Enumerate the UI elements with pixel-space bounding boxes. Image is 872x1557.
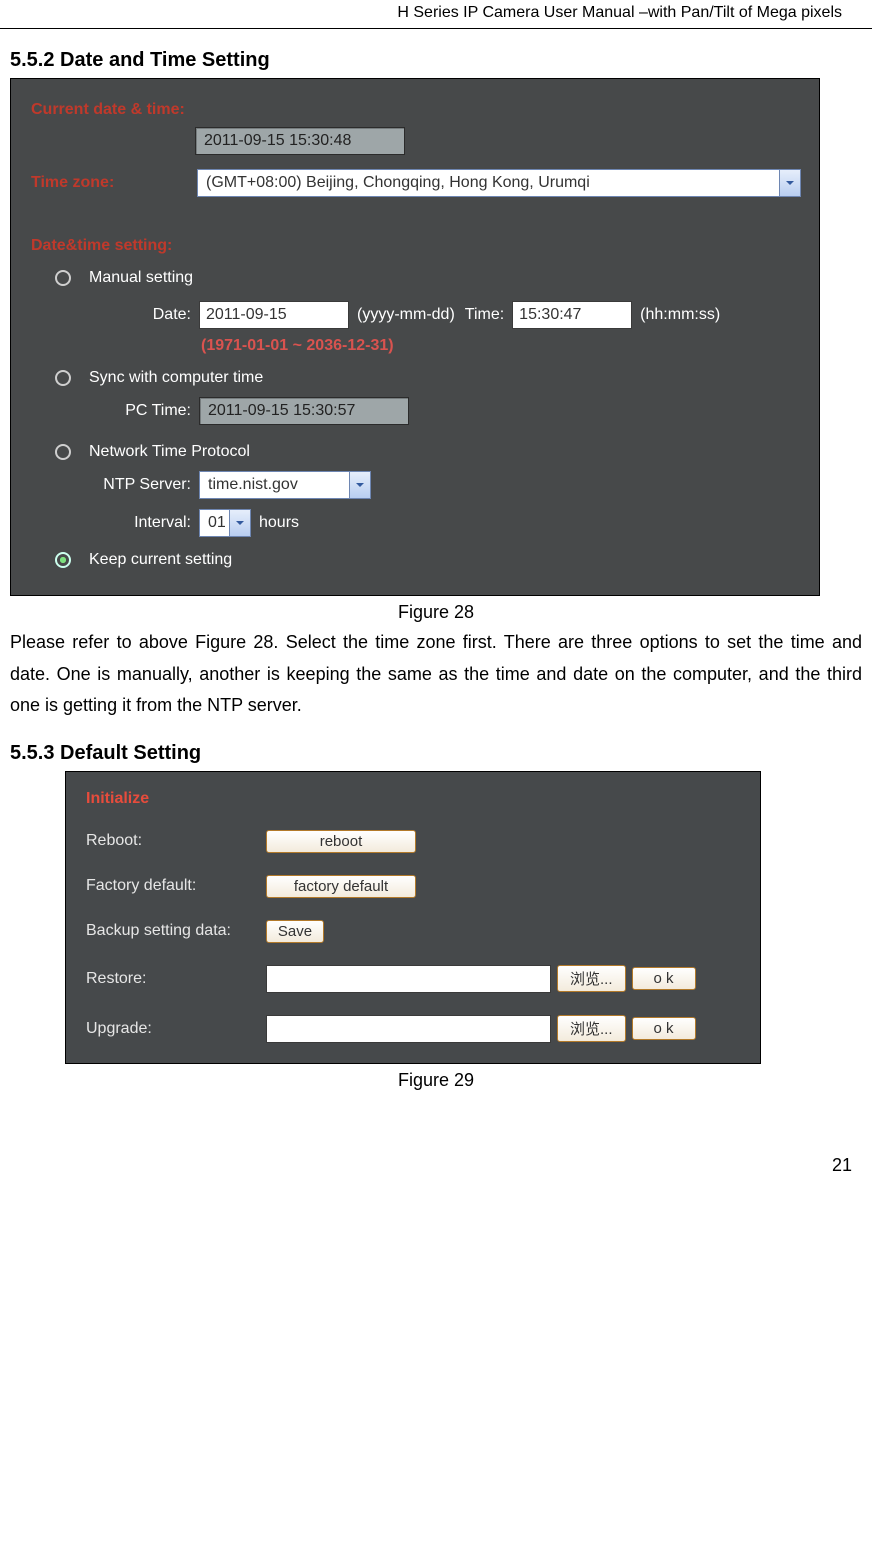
page-number: 21 [0, 1095, 872, 1188]
ntp-server-value: time.nist.gov [199, 471, 349, 499]
paragraph-after-fig28: Please refer to above Figure 28. Select … [10, 627, 862, 722]
date-input[interactable] [199, 301, 349, 329]
section-552-title: 5.5.2 Date and Time Setting [10, 49, 862, 72]
backup-label: Backup setting data: [86, 922, 256, 940]
reboot-button[interactable]: reboot [266, 830, 416, 853]
factory-default-label: Factory default: [86, 877, 256, 895]
upgrade-ok-button[interactable]: o k [632, 1017, 696, 1040]
upgrade-browse-button[interactable]: 浏览... [557, 1015, 626, 1042]
interval-select[interactable]: 01 [199, 509, 251, 537]
ntp-server-select[interactable]: time.nist.gov [199, 471, 371, 499]
manual-header: H Series IP Camera User Manual –with Pan… [0, 0, 872, 29]
upgrade-label: Upgrade: [86, 1020, 256, 1038]
upgrade-path-input[interactable] [266, 1015, 551, 1043]
ntp-label: Network Time Protocol [89, 443, 250, 461]
figure-29-caption: Figure 29 [10, 1070, 862, 1091]
interval-unit: hours [259, 514, 299, 532]
timezone-value: (GMT+08:00) Beijing, Chongqing, Hong Kon… [197, 169, 779, 197]
current-datetime-label: Current date & time: [31, 101, 185, 119]
figure-28-panel: Current date & time: 2011-09-15 15:30:48… [10, 78, 820, 596]
save-button[interactable]: Save [266, 920, 324, 943]
time-input[interactable] [512, 301, 632, 329]
timezone-select[interactable]: (GMT+08:00) Beijing, Chongqing, Hong Kon… [197, 169, 801, 197]
datetime-setting-label: Date&time setting: [31, 237, 172, 255]
sync-radio[interactable] [55, 370, 71, 386]
manual-radio[interactable] [55, 270, 71, 286]
pctime-value: 2011-09-15 15:30:57 [199, 397, 409, 425]
date-range-hint: (1971-01-01 ~ 2036-12-31) [201, 337, 394, 355]
date-format-hint: (yyyy-mm-dd) [357, 306, 455, 324]
factory-default-button[interactable]: factory default [266, 875, 416, 898]
pctime-label: PC Time: [91, 402, 191, 420]
chevron-down-icon[interactable] [779, 169, 801, 197]
reboot-label: Reboot: [86, 832, 256, 850]
restore-ok-button[interactable]: o k [632, 967, 696, 990]
time-format-hint: (hh:mm:ss) [640, 306, 720, 324]
initialize-label: Initialize [86, 790, 149, 808]
manual-label: Manual setting [89, 269, 193, 287]
current-datetime-value: 2011-09-15 15:30:48 [195, 127, 405, 155]
date-label: Date: [91, 306, 191, 324]
keep-label: Keep current setting [89, 551, 232, 569]
keep-radio[interactable] [55, 552, 71, 568]
interval-value: 01 [199, 509, 229, 537]
timezone-label: Time zone: [31, 174, 189, 192]
time-label: Time: [465, 306, 504, 324]
restore-label: Restore: [86, 970, 256, 988]
sync-label: Sync with computer time [89, 369, 263, 387]
chevron-down-icon[interactable] [349, 471, 371, 499]
figure-28-caption: Figure 28 [10, 602, 862, 623]
ntp-server-label: NTP Server: [69, 476, 191, 494]
chevron-down-icon[interactable] [229, 509, 251, 537]
restore-path-input[interactable] [266, 965, 551, 993]
ntp-radio[interactable] [55, 444, 71, 460]
restore-browse-button[interactable]: 浏览... [557, 965, 626, 992]
interval-label: Interval: [69, 514, 191, 532]
figure-29-panel: Initialize Reboot: reboot Factory defaul… [65, 771, 761, 1064]
section-553-title: 5.5.3 Default Setting [10, 742, 862, 765]
